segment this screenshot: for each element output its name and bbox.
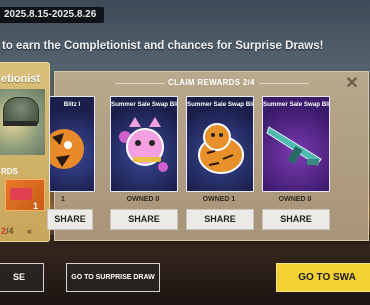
reward-card-title: Blitz I — [63, 101, 81, 108]
reward-card-title: Summer Sale Swap Blitz II — [111, 101, 178, 108]
share-button[interactable]: SHARE — [186, 209, 254, 230]
tiger-sticker-icon — [50, 129, 84, 169]
share-button[interactable]: SHARE — [262, 209, 330, 230]
collapse-chevron-icon[interactable]: « — [27, 226, 32, 236]
share-button[interactable]: SHARE — [110, 209, 178, 230]
helmet-band — [3, 121, 37, 126]
reward-item-car[interactable] — [5, 179, 45, 211]
reward-card-title: Summer Sale Swap Blitz I — [263, 101, 330, 108]
reward-owned-count: OWNED 0 — [126, 196, 160, 203]
close-icon[interactable]: ✕ — [344, 76, 360, 92]
reward-card[interactable]: Summer Sale Swap Blitz III — [186, 96, 254, 192]
car-icon — [10, 188, 32, 200]
reward-item-count: 1 — [33, 201, 39, 211]
go-to-surprise-draw-button[interactable]: GO TO SURPRISE DRAW — [66, 263, 160, 292]
reward-owned-count: OWNED 0 — [278, 196, 312, 203]
completionist-progress: 2/4 — [1, 226, 14, 236]
claim-rewards-header: CLAIM REWARDS 2/4 — [168, 78, 255, 87]
reward-card[interactable]: Blitz I — [49, 96, 95, 192]
completionist-title: etionist — [1, 73, 41, 85]
pink-cat-sticker-icon — [119, 117, 168, 172]
reward-owned-count: 1 — [61, 196, 65, 203]
completionist-reward-image — [0, 89, 45, 155]
completionist-card[interactable]: etionist RDS 1 2/4 « — [0, 62, 50, 242]
header-divider-right — [259, 83, 309, 84]
rewards-label: RDS — [1, 167, 18, 176]
go-to-swap-button[interactable]: GO TO SWA — [276, 263, 370, 292]
share-button[interactable]: SHARE — [47, 209, 93, 230]
progress-total: /4 — [6, 226, 14, 236]
reward-card-title: Summer Sale Swap Blitz III — [187, 101, 254, 108]
event-headline: to earn the Completionist and chances fo… — [2, 40, 324, 52]
reward-owned-count: OWNED 1 — [202, 196, 236, 203]
rifle-skin-icon — [266, 126, 322, 166]
reward-card[interactable]: Summer Sale Swap Blitz II — [110, 96, 178, 192]
claim-rewards-panel: CLAIM REWARDS 2/4 ✕ Blitz I 1 SHARE Summ… — [47, 71, 369, 241]
left-action-button[interactable]: SE — [0, 263, 44, 292]
tiger-sticker-icon — [198, 123, 244, 174]
event-date-range: 2025.8.15-2025.8.26 — [0, 7, 105, 23]
reward-card[interactable]: Summer Sale Swap Blitz I — [262, 96, 330, 192]
